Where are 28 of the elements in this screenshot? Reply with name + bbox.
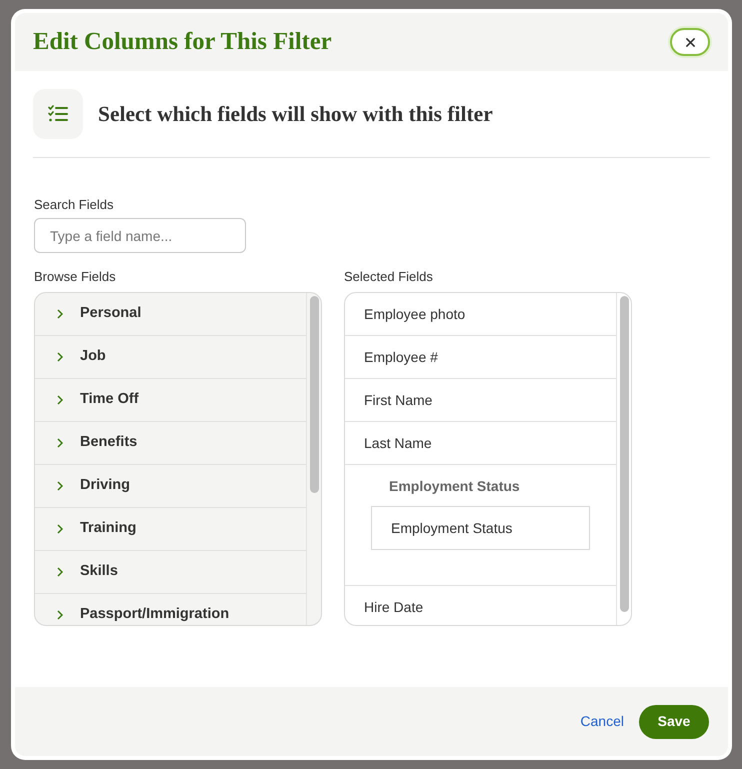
selected-field-item[interactable]: Employment Status [371,506,590,550]
category-item[interactable]: Skills [35,551,306,594]
scrollbar-thumb[interactable] [620,296,628,612]
browse-label: Browse Fields [34,269,116,285]
selected-field-item[interactable]: First Name [345,379,616,422]
category-item[interactable]: Passport/Immigration [35,594,306,625]
search-field[interactable]: Type a field name... [34,218,246,253]
save-button[interactable]: Save [639,704,709,738]
selected-label: Selected Fields [344,269,433,285]
close-button[interactable] [670,28,710,56]
category-item[interactable]: Personal [35,293,306,336]
dialog-title: Edit Columns for This Filter [33,30,332,54]
category-item[interactable]: Driving [35,465,306,508]
selected-field-item[interactable]: Hire Date [345,586,616,625]
selected-field-item[interactable]: Last Name [345,422,616,465]
category-item[interactable]: Job [35,336,306,379]
group-heading: Employment Status [389,478,520,494]
category-item[interactable]: Training [35,508,306,551]
checklist-icon [33,89,83,139]
dialog-subtitle: Select which fields will show with this filter [98,100,493,128]
close-icon [686,38,694,46]
cancel-link[interactable]: Cancel [580,711,624,732]
search-label: Search Fields [34,197,114,213]
scrollbar-thumb[interactable] [310,296,318,493]
selected-field-item[interactable]: Employee photo [345,293,616,336]
category-item[interactable]: Benefits [35,422,306,465]
category-item[interactable]: Time Off [35,379,306,422]
selected-field-item[interactable]: Employee # [345,336,616,379]
